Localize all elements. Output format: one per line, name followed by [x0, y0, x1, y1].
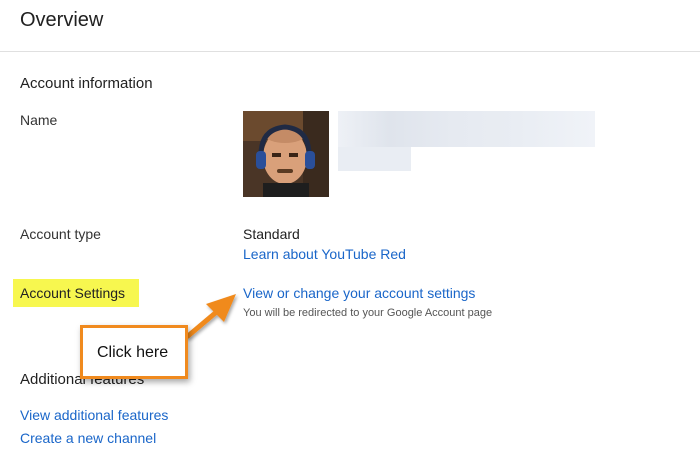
- callout-text: Click here: [97, 344, 169, 361]
- page-header: Overview: [0, 0, 700, 52]
- redirect-note: You will be redirected to your Google Ac…: [243, 307, 493, 319]
- account-type-value: Standard: [243, 226, 300, 242]
- page-title: Overview: [20, 9, 104, 31]
- click-here-callout: Click here: [80, 325, 188, 379]
- profile-avatar: [243, 111, 329, 197]
- account-type-label: Account type: [20, 226, 101, 242]
- view-additional-features-link[interactable]: View additional features: [20, 407, 168, 423]
- create-channel-link[interactable]: Create a new channel: [20, 430, 156, 446]
- learn-youtube-red-link[interactable]: Learn about YouTube Red: [243, 246, 406, 262]
- name-label: Name: [20, 112, 58, 128]
- account-information-heading: Account information: [20, 75, 153, 92]
- blurred-name: [338, 111, 595, 147]
- blurred-email: [338, 147, 411, 171]
- account-settings-link[interactable]: View or change your account settings: [243, 285, 475, 301]
- account-settings-label: Account Settings: [20, 285, 126, 301]
